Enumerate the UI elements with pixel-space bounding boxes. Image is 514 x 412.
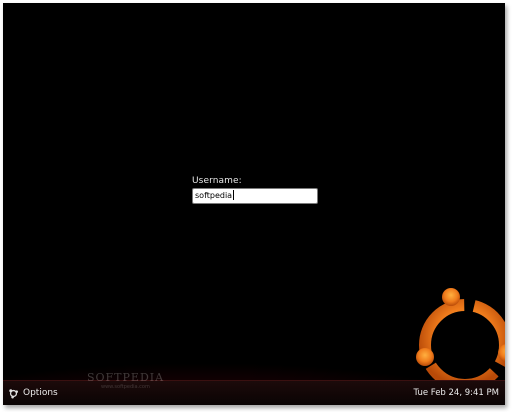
- options-gear-icon: [9, 388, 18, 398]
- username-value: softpedia: [195, 191, 233, 200]
- username-input[interactable]: softpedia: [192, 188, 318, 204]
- login-screen: Username: softpedia Options SOFTPEDIA ww…: [3, 3, 505, 405]
- login-box: Username: softpedia: [192, 176, 318, 204]
- ubuntu-logo-icon: [416, 288, 505, 392]
- username-label: Username:: [192, 176, 242, 186]
- bottom-panel: Options SOFTPEDIA www.softpedia.com Tue …: [3, 371, 505, 405]
- clock[interactable]: Tue Feb 24, 9:41 PM: [414, 384, 499, 402]
- options-button[interactable]: Options: [8, 384, 58, 402]
- text-caret: [233, 190, 235, 200]
- options-label: Options: [23, 388, 58, 398]
- softpedia-watermark: SOFTPEDIA: [87, 371, 165, 384]
- softpedia-watermark-url: www.softpedia.com: [101, 384, 150, 390]
